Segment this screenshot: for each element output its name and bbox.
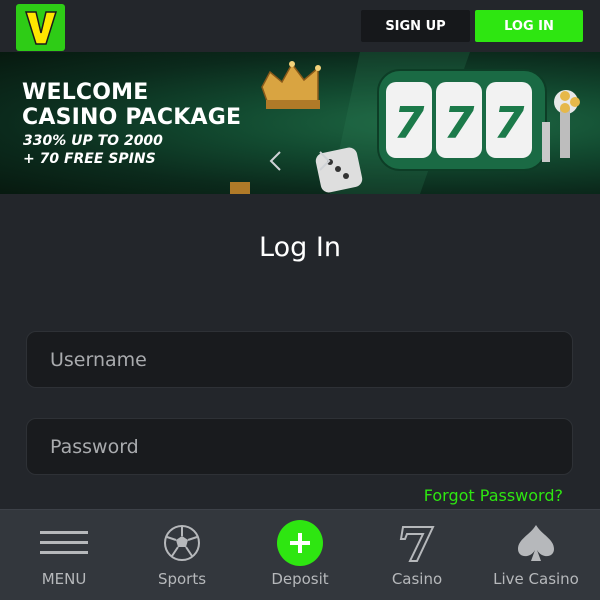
page-title: Log In (259, 232, 341, 263)
nav-item-sports[interactable]: Sports (122, 510, 242, 600)
nav-label-live-casino: Live Casino (493, 570, 579, 588)
deposit-button[interactable] (277, 520, 323, 566)
forgot-password-link[interactable]: Forgot Password? (424, 486, 563, 505)
password-field[interactable] (26, 418, 573, 475)
bottom-nav: MENU Sports Deposit Casino Live Casino (0, 509, 600, 600)
brand-logo[interactable] (16, 4, 65, 51)
username-field[interactable] (26, 331, 573, 388)
top-header: SIGN UP LOG IN (0, 0, 600, 52)
spade-icon (518, 525, 554, 561)
nav-item-menu[interactable]: MENU (4, 510, 124, 600)
nav-label-menu: MENU (41, 570, 87, 588)
nav-label-deposit: Deposit (271, 570, 329, 588)
nav-label-sports: Sports (157, 570, 207, 588)
seven-icon (399, 526, 435, 562)
plus-icon (290, 533, 310, 553)
svg-text:7: 7 (444, 98, 475, 149)
nav-item-live-casino[interactable]: Live Casino (476, 510, 596, 600)
crown-icon (261, 61, 321, 109)
hamburger-icon (40, 531, 88, 554)
carousel-prev-icon[interactable] (268, 150, 282, 172)
svg-text:7: 7 (394, 98, 425, 149)
nav-item-casino[interactable]: Casino (357, 510, 477, 600)
banner-subtitle: 330% UP TO 2000 + 70 FREE SPINS (23, 133, 163, 167)
carousel-next-icon[interactable] (318, 150, 332, 172)
nav-label-casino: Casino (391, 570, 443, 588)
promo-banner[interactable]: 7 7 7 WELCOME CASINO PACKAGE 330% UP TO … (0, 52, 600, 194)
banner-title: WELCOME CASINO PACKAGE (22, 80, 242, 130)
soccer-ball-icon (164, 525, 200, 561)
svg-text:7: 7 (494, 98, 525, 149)
sign-up-button[interactable]: SIGN UP (361, 10, 470, 42)
log-in-button[interactable]: LOG IN (475, 10, 583, 42)
logo-v-icon (24, 10, 57, 45)
slot-machine-icon: 7 7 7 (377, 69, 578, 171)
nav-item-deposit[interactable]: Deposit (240, 510, 360, 600)
